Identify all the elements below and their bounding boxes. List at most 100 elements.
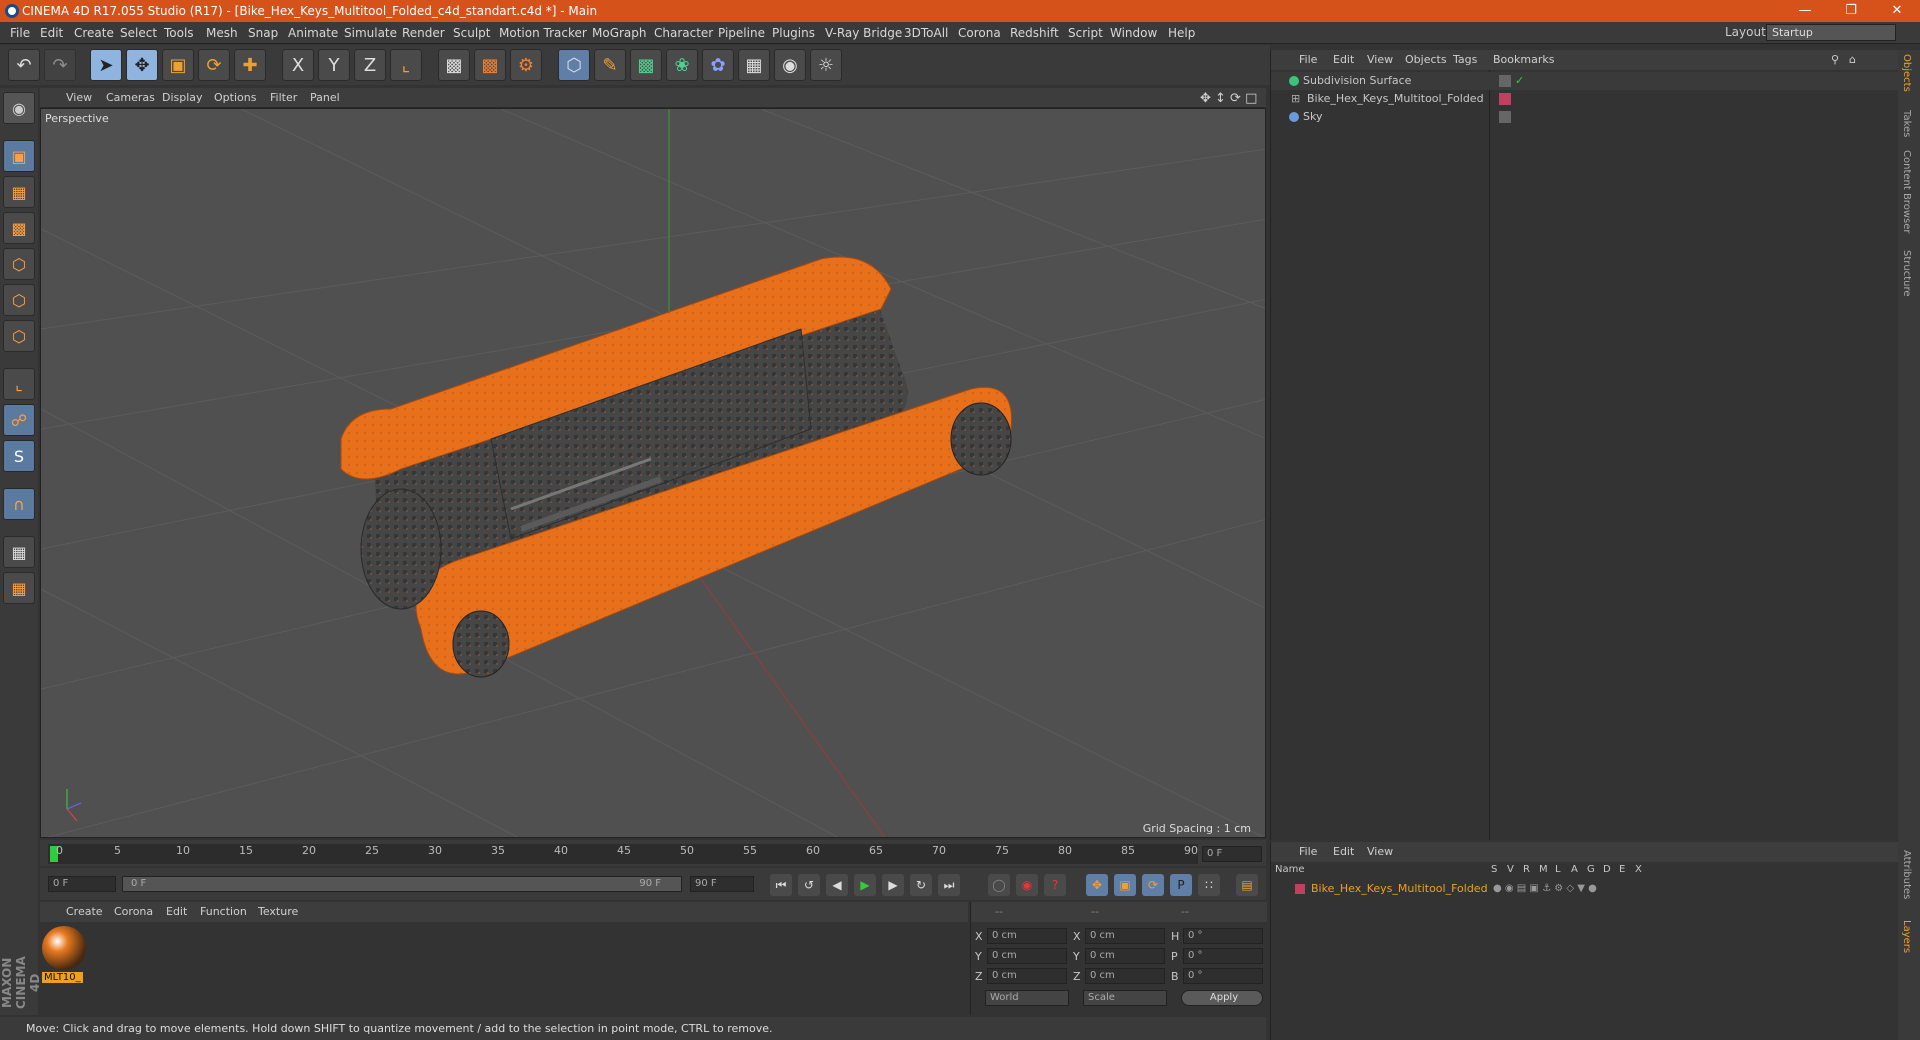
play-icon[interactable]: ▶: [854, 874, 876, 896]
material-name[interactable]: MLT10_: [42, 972, 83, 983]
model-mode-icon[interactable]: ▣: [3, 140, 35, 172]
viewport-menu-filter[interactable]: Filter: [270, 91, 297, 104]
coordinate-system-icon[interactable]: ⌞: [390, 49, 422, 81]
scale-tool-icon[interactable]: ▣: [162, 49, 194, 81]
menu-help[interactable]: Help: [1168, 26, 1195, 40]
start-frame-field[interactable]: 0 F: [48, 876, 116, 892]
objects-menu-file[interactable]: File: [1299, 53, 1317, 66]
menu-mograph[interactable]: MoGraph: [592, 26, 647, 40]
objects-menu-tags[interactable]: Tags: [1453, 53, 1477, 66]
menu-create[interactable]: Create: [74, 26, 114, 40]
expand-icon[interactable]: ⊞: [1291, 90, 1300, 108]
menu-script[interactable]: Script: [1068, 26, 1103, 40]
previous-key-icon[interactable]: ↺: [798, 874, 820, 896]
objects-menu-bookmarks[interactable]: Bookmarks: [1493, 53, 1554, 66]
menu-vray-bridge[interactable]: V-Ray Bridge: [825, 26, 902, 40]
menu-sculpt[interactable]: Sculpt: [453, 26, 490, 40]
rot-h-field[interactable]: 0 °: [1183, 928, 1263, 944]
minimize-button[interactable]: —: [1782, 0, 1828, 22]
material-menu-texture[interactable]: Texture: [258, 905, 298, 918]
material-menu-function[interactable]: Function: [200, 905, 247, 918]
perspective-viewport[interactable]: Perspective Grid Spacing : 1 cm: [40, 108, 1266, 838]
undo-icon[interactable]: ↶: [8, 49, 40, 81]
timeline-ruler[interactable]: 0 5 10 15 20 25 30 35 40 45 50 55 60 65 …: [40, 840, 1266, 866]
redo-icon[interactable]: ↷: [44, 49, 76, 81]
go-to-end-icon[interactable]: ⏭: [938, 874, 960, 896]
menu-corona[interactable]: Corona: [958, 26, 1001, 40]
x-axis-lock-button[interactable]: X: [282, 49, 314, 81]
tab-objects[interactable]: Objects: [1901, 54, 1912, 92]
points-mode-icon[interactable]: ⬡: [3, 248, 35, 280]
next-key-icon[interactable]: ↻: [910, 874, 932, 896]
material-thumbnail[interactable]: [42, 926, 86, 970]
menu-render[interactable]: Render: [402, 26, 445, 40]
size-z-field[interactable]: 0 cm: [1085, 968, 1165, 984]
menu-plugins[interactable]: Plugins: [772, 26, 815, 40]
apply-button[interactable]: Apply: [1181, 990, 1263, 1006]
current-frame-field[interactable]: 0 F: [1202, 846, 1262, 862]
menu-snap[interactable]: Snap: [248, 26, 278, 40]
enabled-check-icon[interactable]: ✓: [1515, 72, 1524, 90]
axis-mode-icon[interactable]: ⌞: [3, 368, 35, 400]
search-icon[interactable]: ⚲: [1831, 53, 1839, 66]
material-menu-edit[interactable]: Edit: [166, 905, 187, 918]
floor-icon[interactable]: ▦: [738, 49, 770, 81]
tab-attributes[interactable]: Attributes: [1901, 850, 1912, 899]
menu-animate[interactable]: Animate: [288, 26, 338, 40]
pos-z-field[interactable]: 0 cm: [987, 968, 1067, 984]
frame-range-slider[interactable]: 0 F 90 F: [122, 876, 682, 892]
texture-mode-icon[interactable]: ▦: [3, 176, 35, 208]
menu-character[interactable]: Character: [654, 26, 713, 40]
camera-icon[interactable]: ◉: [774, 49, 806, 81]
visibility-icon[interactable]: [1499, 75, 1511, 87]
timeline-window-icon[interactable]: ▤: [1236, 874, 1258, 896]
previous-frame-icon[interactable]: ◀: [826, 874, 848, 896]
object-row-sky[interactable]: Sky: [1271, 108, 1899, 126]
objects-menu-objects[interactable]: Objects: [1405, 53, 1447, 66]
layers-menu-file[interactable]: File: [1299, 845, 1317, 858]
timeline-track[interactable]: 0 5 10 15 20 25 30 35 40 45 50 55 60 65 …: [48, 844, 1198, 864]
object-row-multitool[interactable]: ⊞ Bike_Hex_Keys_Multitool_Folded: [1271, 90, 1899, 108]
scale-key-icon[interactable]: ▣: [1114, 874, 1136, 896]
visibility-icon[interactable]: [1499, 111, 1511, 123]
rot-p-field[interactable]: 0 °: [1183, 948, 1263, 964]
polygons-mode-icon[interactable]: ⬡: [3, 320, 35, 352]
menu-select[interactable]: Select: [120, 26, 157, 40]
move-tool-icon[interactable]: ✥: [126, 49, 158, 81]
home-icon[interactable]: ⌂: [1849, 53, 1856, 66]
menu-redshift[interactable]: Redshift: [1010, 26, 1059, 40]
mograph-cloner-icon[interactable]: ❀: [666, 49, 698, 81]
scale-select[interactable]: Scale: [1083, 990, 1167, 1006]
menu-file[interactable]: File: [10, 26, 30, 40]
go-to-start-icon[interactable]: ⏮: [770, 874, 792, 896]
layers-menu-edit[interactable]: Edit: [1333, 845, 1354, 858]
menu-edit[interactable]: Edit: [40, 26, 63, 40]
subdivision-icon[interactable]: ▩: [630, 49, 662, 81]
record-key-icon[interactable]: ◯: [988, 874, 1010, 896]
viewport-menu-panel[interactable]: Panel: [310, 91, 340, 104]
layer-name[interactable]: Bike_Hex_Keys_Multitool_Folded: [1311, 880, 1488, 898]
end-frame-field[interactable]: 90 F: [690, 876, 754, 892]
tweak-mode-icon[interactable]: ☍: [3, 404, 35, 436]
tab-content-browser[interactable]: Content Browser: [1901, 150, 1912, 233]
menu-3dtoall[interactable]: 3DToAll: [904, 26, 948, 40]
material-menu-corona[interactable]: Corona: [114, 905, 153, 918]
layer-color-swatch[interactable]: [1295, 884, 1305, 894]
layer-row[interactable]: Bike_Hex_Keys_Multitool_Folded ● ◉ ▤ ▣ ⚓…: [1271, 880, 1899, 898]
auto-key-icon[interactable]: ◉: [1016, 874, 1038, 896]
viewport-menu-view[interactable]: View: [66, 91, 92, 104]
cube-icon[interactable]: ⬡: [558, 49, 590, 81]
keyframe-selection-icon[interactable]: ?: [1044, 874, 1066, 896]
y-axis-lock-button[interactable]: Y: [318, 49, 350, 81]
world-select[interactable]: World: [985, 990, 1069, 1006]
render-settings-icon[interactable]: ⚙: [510, 49, 542, 81]
rotation-key-icon[interactable]: ⟳: [1142, 874, 1164, 896]
object-row-subdivision[interactable]: Subdivision Surface ✓: [1271, 72, 1899, 90]
tab-takes[interactable]: Takes: [1901, 110, 1912, 137]
lock-workplane-icon[interactable]: ▦: [3, 536, 35, 568]
size-y-field[interactable]: 0 cm: [1085, 948, 1165, 964]
selection-tool-icon[interactable]: ➤: [90, 49, 122, 81]
recent-tool-icon[interactable]: ✚: [234, 49, 266, 81]
menu-motion-tracker[interactable]: Motion Tracker: [499, 26, 587, 40]
layout-select[interactable]: Startup: [1766, 24, 1896, 41]
